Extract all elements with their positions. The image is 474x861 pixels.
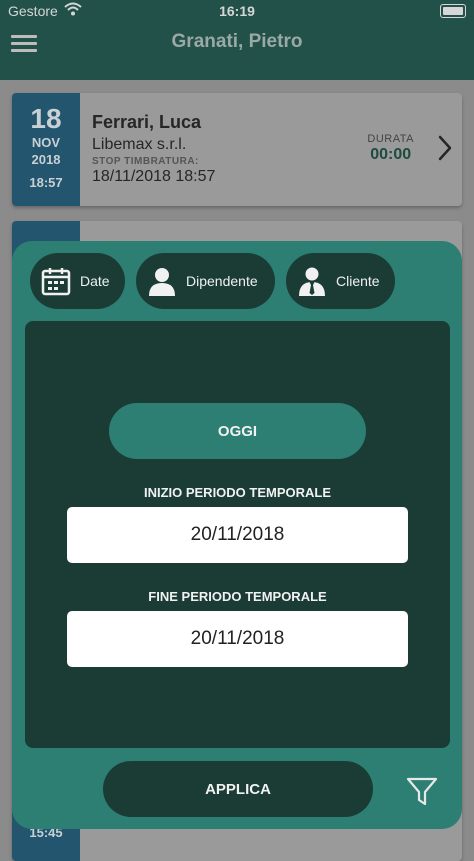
page-title: Granati, Pietro (171, 31, 303, 52)
tab-employee[interactable]: Dipendente (136, 253, 275, 309)
stop-value: 18/11/2018 18:57 (92, 168, 216, 185)
duration: DURATA 00:00 (367, 133, 414, 164)
filter-modal: Date Dipendente Cliente OGGI INIZIO PERI… (12, 241, 462, 829)
tab-employee-label: Dipendente (186, 273, 258, 289)
end-period-label: FINE PERIODO TEMPORALE (148, 589, 327, 604)
battery-icon (440, 4, 466, 18)
entry-company: Libemax s.r.l. (92, 136, 187, 153)
entry-date: 18 NOV 2018 18:57 (12, 93, 80, 206)
entry-year: 2018 (31, 152, 61, 167)
person-tie-icon (296, 265, 328, 297)
duration-label: DURATA (367, 133, 414, 145)
entry-info: Ferrari, Luca Libemax s.r.l. STOP TIMBRA… (92, 112, 215, 186)
start-period-label: INIZIO PERIODO TEMPORALE (143, 485, 332, 500)
entry-day: 18 (30, 103, 62, 134)
end-date-field[interactable] (67, 611, 408, 667)
start-date-field[interactable] (67, 507, 408, 563)
status-time: 16:19 (219, 3, 255, 19)
filter-icon[interactable] (405, 774, 439, 808)
tab-client[interactable]: Cliente (286, 253, 395, 309)
tab-client-label: Cliente (336, 273, 380, 289)
entry-time: 18:57 (29, 175, 63, 190)
person-icon (146, 265, 178, 297)
list-item[interactable]: 18 NOV 2018 18:57 Ferrari, Luca Libemax … (12, 93, 462, 206)
tab-date[interactable]: Date (30, 253, 125, 309)
status-bar: Gestore 16:19 (0, 0, 474, 24)
entry-name: Ferrari, Luca (92, 112, 202, 132)
calendar-icon (40, 265, 72, 297)
tab-date-label: Date (80, 273, 110, 289)
nav-bar: Granati, Pietro (0, 24, 474, 80)
apply-button[interactable]: APPLICA (103, 761, 373, 817)
today-button[interactable]: OGGI (109, 403, 366, 459)
entry-month: NOV (31, 135, 61, 150)
date-range-panel: OGGI INIZIO PERIODO TEMPORALE FINE PERIO… (25, 321, 450, 748)
chevron-right-icon[interactable] (438, 135, 452, 166)
duration-value: 00:00 (370, 146, 412, 163)
stop-label: STOP TIMBRATURA: (92, 156, 199, 167)
